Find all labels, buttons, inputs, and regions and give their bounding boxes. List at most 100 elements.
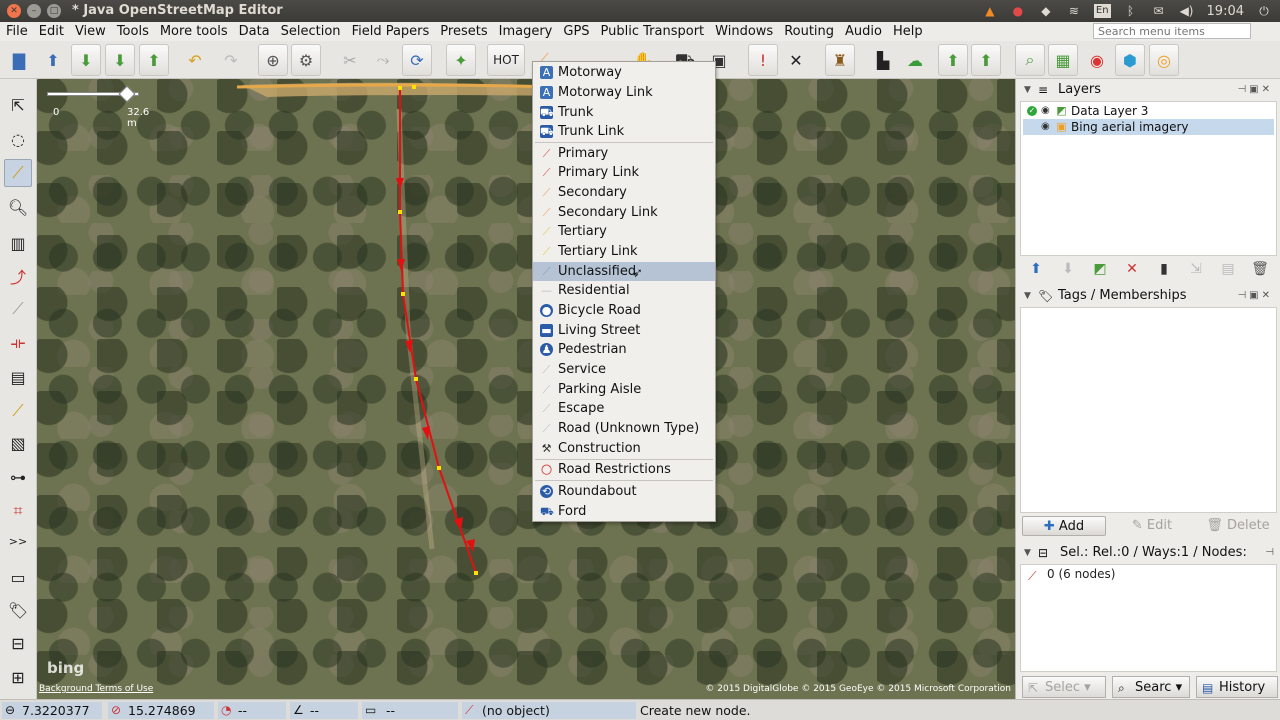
gpx-tool-icon[interactable]: ▤ — [4, 363, 32, 391]
way-node[interactable] — [398, 210, 402, 214]
open-file-icon[interactable]: ▇ — [4, 44, 34, 76]
delete-tag-button[interactable]: 🗑︎ Delete — [1198, 516, 1278, 536]
menu-item-construction[interactable]: ⚒ Construction — [533, 439, 715, 458]
menu-audio[interactable]: Audio — [839, 22, 887, 41]
layer-row-imagery[interactable]: ◉ ▣ Bing aerial imagery — [1023, 119, 1274, 135]
menu-view[interactable]: View — [69, 22, 111, 41]
shield-icon[interactable]: ◆ — [1038, 4, 1054, 18]
zoom-slider[interactable]: 0 32.6 m — [45, 85, 155, 129]
panel-controls[interactable]: ⊣▣✕ — [1237, 81, 1273, 99]
collapse-icon[interactable]: ▼ — [1024, 287, 1031, 305]
castle-icon[interactable]: ♜ — [825, 44, 855, 76]
combine-way-icon[interactable]: ⤳ — [368, 44, 398, 76]
mail-icon[interactable]: ✉ — [1151, 4, 1167, 18]
validator-icon[interactable]: ◉ — [1082, 44, 1112, 76]
menu-item-service[interactable]: ⟋ Service — [533, 360, 715, 379]
download-icon[interactable]: ⬇ — [105, 44, 135, 76]
menu-more-tools[interactable]: More tools — [154, 22, 233, 41]
power-icon[interactable]: ⏻ — [1256, 4, 1272, 18]
opacity-icon[interactable]: ▮ — [1150, 258, 1178, 280]
vlc-icon[interactable]: ▲ — [982, 4, 998, 18]
layers-panel-header[interactable]: ▼ ≡ Layers ⊣▣✕ — [1018, 81, 1279, 99]
menu-item-secondary-link[interactable]: ⟋ Secondary Link — [533, 203, 715, 222]
clock[interactable]: 19:04 — [1207, 4, 1244, 19]
menu-item-road-restrictions[interactable]: ○ Road Restrictions — [533, 460, 715, 479]
edit-tag-button[interactable]: ✎ Edit — [1112, 516, 1192, 536]
menu-item-bicycle-road[interactable]: ● Bicycle Road — [533, 301, 715, 320]
menu-item-ford[interactable]: ⛟ Ford — [533, 502, 715, 521]
download-osm-icon[interactable]: ⬇ — [71, 44, 101, 76]
select-tool-icon[interactable]: ⇱ — [4, 91, 32, 119]
search-plugin-icon[interactable]: ⌕ — [1015, 44, 1045, 76]
menu-item-motorway-link[interactable]: A Motorway Link — [533, 83, 715, 102]
warning-sign-icon[interactable]: ! — [748, 44, 778, 76]
selection-item[interactable]: ⟋ 0 (6 nodes) — [1023, 565, 1276, 583]
node-tool-icon[interactable]: ⊶ — [4, 463, 32, 491]
wifi-icon[interactable]: ≋ — [1066, 4, 1082, 18]
menu-imagery[interactable]: Imagery — [493, 22, 558, 41]
measurement-icon[interactable]: ▦ — [1048, 44, 1078, 76]
move-up-icon[interactable]: ⬆ — [1022, 258, 1050, 280]
move-down-icon[interactable]: ⬇ — [1054, 258, 1082, 280]
menu-field-papers[interactable]: Field Papers — [346, 22, 435, 41]
map-view[interactable]: 0 32.6 m bing Background Terms of Use © … — [37, 79, 1015, 699]
minimize-icon[interactable]: – — [27, 4, 41, 18]
industrial-icon[interactable]: ▙ — [868, 44, 898, 76]
restaurant-icon[interactable]: ✕ — [781, 44, 811, 76]
selection-panel-header[interactable]: ▼ ⊟ Sel.: Rel.:0 / Ways:1 / Nodes: ⊣ — [1018, 544, 1279, 562]
menu-item-pedestrian[interactable]: ♟ Pedestrian — [533, 340, 715, 359]
maximize-icon[interactable]: □ — [47, 4, 61, 18]
menu-item-unclassified[interactable]: ⟋ Unclassified ➶ — [533, 262, 715, 281]
menu-data[interactable]: Data — [233, 22, 275, 41]
align-tool-icon[interactable]: ⟛ — [4, 329, 32, 357]
hot-button[interactable]: HOT — [487, 44, 525, 76]
delete-layer-icon[interactable]: 🗑︎ — [1246, 258, 1274, 280]
menu-item-residential[interactable]: — Residential — [533, 281, 715, 300]
way-node[interactable] — [414, 377, 418, 381]
toggle-visibility-icon[interactable]: ✕ — [1118, 258, 1146, 280]
address-tool-icon[interactable]: ⬆ — [971, 44, 1001, 76]
zoom-slider-knob[interactable] — [118, 85, 136, 103]
zoom-to-selection-icon[interactable]: ⊕ — [258, 44, 288, 76]
way-being-drawn[interactable] — [399, 88, 477, 574]
menu-search-input[interactable] — [1093, 23, 1251, 39]
menu-item-escape[interactable]: ⟋ Escape — [533, 399, 715, 418]
draw-way-tool-icon[interactable]: ⟋ — [4, 159, 32, 187]
menu-help[interactable]: Help — [887, 22, 928, 41]
menu-tools[interactable]: Tools — [111, 22, 154, 41]
redo-icon[interactable]: ↷ — [216, 44, 246, 76]
refresh-icon[interactable]: ⟳ — [402, 44, 432, 76]
record-icon[interactable]: ● — [1010, 4, 1026, 18]
layers-toggle-icon[interactable]: ▭ — [4, 563, 32, 591]
building-tool-icon[interactable]: ⬆ — [938, 44, 968, 76]
extrude-tool-icon[interactable]: ⟋ — [4, 397, 32, 425]
menu-windows[interactable]: Windows — [709, 22, 778, 41]
close-icon[interactable]: ✕ — [7, 4, 21, 18]
keyboard-layout[interactable]: En — [1093, 4, 1111, 18]
history-toggle-icon[interactable]: ⊞ — [4, 663, 32, 691]
background-terms-link[interactable]: Background Terms of Use — [39, 684, 153, 694]
menu-item-trunk-link[interactable]: ⛟ Trunk Link — [533, 122, 715, 141]
way-node[interactable] — [398, 86, 402, 90]
menu-item-secondary[interactable]: ⟋ Secondary — [533, 183, 715, 202]
menu-item-primary-link[interactable]: ⟋ Primary Link — [533, 163, 715, 182]
preferences-icon[interactable]: ⚙ — [291, 44, 321, 76]
menu-item-primary[interactable]: ⟋ Primary — [533, 144, 715, 163]
history-button[interactable]: ▤ History — [1196, 676, 1278, 698]
more-tools-icon[interactable]: >> — [4, 527, 32, 555]
volume-icon[interactable]: ◀) — [1179, 4, 1195, 18]
visibility-eye-icon[interactable]: ◉ — [1041, 103, 1050, 119]
tasking-icon[interactable]: ✦ — [446, 44, 476, 76]
menu-public-transport[interactable]: Public Transport — [595, 22, 710, 41]
menu-item-trunk[interactable]: ⛟ Trunk — [533, 103, 715, 122]
collapse-icon[interactable]: ▼ — [1024, 81, 1031, 99]
add-tag-button[interactable]: ✚ Add — [1022, 516, 1106, 536]
bluetooth-icon[interactable]: ᛒ — [1123, 4, 1139, 18]
menu-presets[interactable]: Presets — [434, 22, 492, 41]
upload-icon[interactable]: ⬆ — [139, 44, 169, 76]
menu-item-tertiary-link[interactable]: ⟋ Tertiary Link — [533, 242, 715, 261]
select-button[interactable]: ⇱ Selec ▾ — [1022, 676, 1106, 698]
relation-tool-icon[interactable]: ⌗ — [4, 497, 32, 525]
plugin-ring-icon[interactable]: ◎ — [1149, 44, 1179, 76]
panel-controls[interactable]: ⊣ — [1265, 544, 1277, 562]
